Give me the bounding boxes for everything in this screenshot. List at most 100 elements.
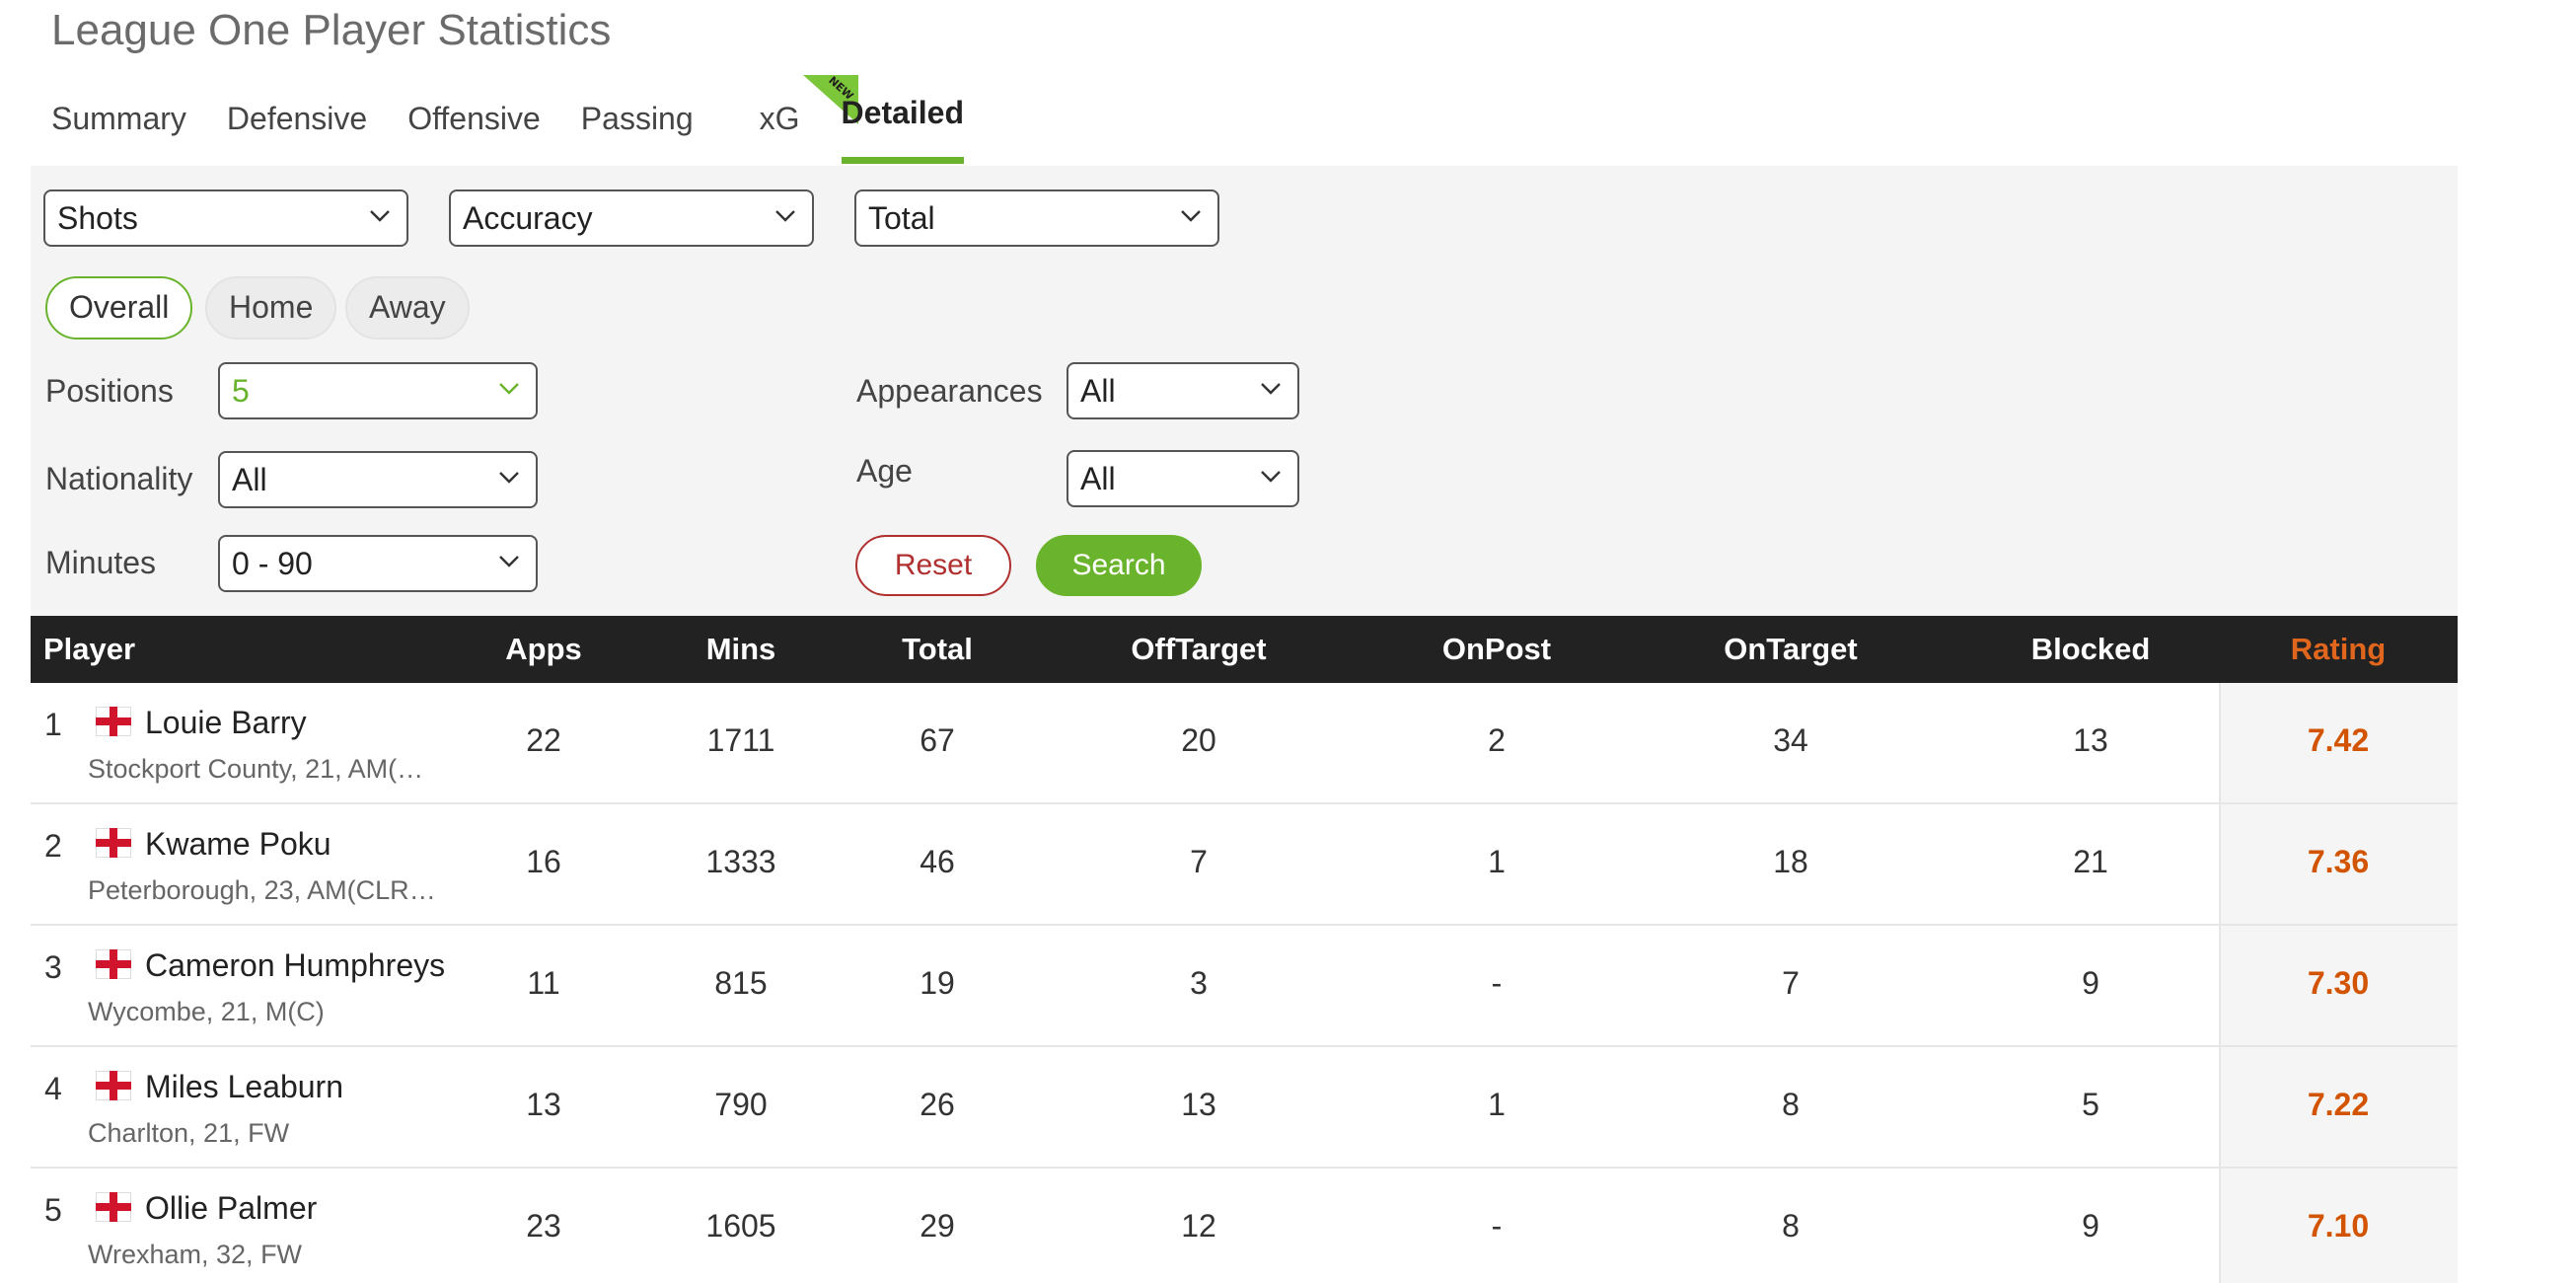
- player-rank: 2: [44, 828, 62, 864]
- venue-overall-toggle[interactable]: Overall: [45, 276, 193, 340]
- cell-onpost: -: [1491, 965, 1503, 1001]
- accumulation-select[interactable]: Total: [854, 189, 1219, 247]
- cell-blocked: 9: [2082, 965, 2099, 1001]
- cell-mins: 815: [714, 965, 768, 1001]
- tab-defensive[interactable]: Defensive: [227, 89, 367, 164]
- england-flag-icon: [96, 707, 131, 736]
- cell-apps: 11: [527, 965, 560, 1001]
- player-rank: 1: [44, 707, 62, 742]
- cell-ontarget: 34: [1773, 722, 1808, 758]
- column-header-mins[interactable]: Mins: [672, 616, 810, 683]
- cell-mins: 1711: [706, 722, 775, 758]
- cell-total: 67: [920, 722, 955, 758]
- player-name-link[interactable]: Cameron Humphreys: [145, 947, 469, 984]
- table-body: 1 Louie Barry Stockport County, 21, AM(CLR…: [31, 683, 2458, 1283]
- player-name-link[interactable]: Louie Barry: [145, 705, 469, 741]
- search-button[interactable]: Search: [1036, 535, 1202, 596]
- accumulation-select-value: Total: [868, 200, 935, 236]
- chevron-down-icon: [775, 210, 795, 222]
- cell-total: 26: [920, 1087, 955, 1122]
- player-info: Stockport County, 21, AM(CLR),FW: [88, 754, 439, 784]
- cell-blocked: 5: [2082, 1087, 2099, 1122]
- page-title: League One Player Statistics: [51, 6, 612, 54]
- cell-apps: 13: [526, 1087, 561, 1122]
- player-info: Wrexham, 32, FW: [88, 1240, 303, 1269]
- nationality-label: Nationality: [45, 461, 193, 496]
- cell-rating: 7.22: [2307, 1087, 2370, 1122]
- column-header-apps[interactable]: Apps: [475, 616, 613, 683]
- reset-button[interactable]: Reset: [855, 535, 1011, 596]
- cell-offtarget: 3: [1190, 965, 1208, 1001]
- positions-select-value: 5: [232, 373, 250, 409]
- england-flag-icon: [96, 1071, 131, 1100]
- player-rank: 3: [44, 949, 62, 985]
- appearances-select-value: All: [1080, 373, 1116, 409]
- column-header-player[interactable]: Player: [43, 616, 135, 683]
- appearances-select[interactable]: All: [1067, 362, 1299, 419]
- positions-select[interactable]: 5: [218, 362, 538, 419]
- player-stats-table: Player Apps Mins Total OffTarget OnPost …: [31, 616, 2458, 1283]
- filter-panel: Shots Accuracy Total Overall Home Away P…: [31, 166, 2458, 616]
- age-select[interactable]: All: [1067, 450, 1299, 507]
- column-header-rating[interactable]: Rating: [2219, 616, 2458, 683]
- player-info: Charlton, 21, FW: [88, 1118, 290, 1148]
- player-name-link[interactable]: Miles Leaburn: [145, 1069, 469, 1105]
- column-header-offtarget[interactable]: OffTarget: [1090, 616, 1307, 683]
- cell-onpost: 1: [1488, 844, 1506, 879]
- cell-ontarget: 7: [1782, 965, 1800, 1001]
- cell-offtarget: 12: [1181, 1208, 1216, 1244]
- chevron-down-icon: [499, 383, 519, 395]
- tab-summary[interactable]: Summary: [51, 89, 186, 164]
- cell-total: 46: [920, 844, 955, 879]
- player-rank: 5: [44, 1192, 62, 1228]
- chevron-down-icon: [499, 472, 519, 484]
- minutes-label: Minutes: [45, 545, 157, 580]
- cell-apps: 16: [526, 844, 561, 879]
- positions-label: Positions: [45, 373, 174, 409]
- cell-offtarget: 20: [1181, 722, 1216, 758]
- cell-rating: 7.10: [2307, 1208, 2370, 1244]
- player-rank: 4: [44, 1071, 62, 1106]
- cell-ontarget: 8: [1782, 1087, 1800, 1122]
- tab-offensive[interactable]: Offensive: [407, 89, 541, 164]
- table-header: Player Apps Mins Total OffTarget OnPost …: [31, 616, 2458, 683]
- cell-total: 19: [920, 965, 955, 1001]
- cell-mins: 790: [714, 1087, 768, 1122]
- cell-ontarget: 8: [1782, 1208, 1800, 1244]
- tab-passing[interactable]: Passing: [581, 89, 694, 164]
- player-name-link[interactable]: Kwame Poku: [145, 826, 469, 863]
- cell-onpost: 1: [1488, 1087, 1506, 1122]
- england-flag-icon: [96, 1192, 131, 1222]
- column-header-blocked[interactable]: Blocked: [1982, 616, 2199, 683]
- nationality-select[interactable]: All: [218, 451, 538, 508]
- chevron-down-icon: [370, 210, 390, 222]
- column-header-ontarget[interactable]: OnTarget: [1682, 616, 1899, 683]
- england-flag-icon: [96, 828, 131, 858]
- venue-home-toggle[interactable]: Home: [205, 276, 337, 340]
- chevron-down-icon: [499, 556, 519, 567]
- age-select-value: All: [1080, 461, 1116, 496]
- player-info: Wycombe, 21, M(C): [88, 997, 325, 1026]
- cell-rating: 7.36: [2307, 844, 2370, 879]
- column-header-onpost[interactable]: OnPost: [1388, 616, 1605, 683]
- minutes-select[interactable]: 0 - 90: [218, 535, 538, 592]
- tab-xg[interactable]: xG NEW: [760, 75, 858, 164]
- column-header-total[interactable]: Total: [868, 616, 1006, 683]
- england-flag-icon: [96, 949, 131, 979]
- cell-apps: 23: [526, 1208, 561, 1244]
- cell-rating: 7.30: [2307, 965, 2370, 1001]
- appearances-label: Appearances: [856, 373, 1043, 409]
- table-row: 4 Miles Leaburn Charlton, 21, FW 13 790 26 13 1…: [31, 1047, 2458, 1169]
- cell-blocked: 13: [2073, 722, 2108, 758]
- subcategory-select-value: Accuracy: [463, 200, 593, 236]
- subcategory-select[interactable]: Accuracy: [449, 189, 814, 247]
- venue-away-toggle[interactable]: Away: [345, 276, 470, 340]
- cell-mins: 1605: [705, 1208, 776, 1244]
- cell-mins: 1333: [705, 844, 776, 879]
- category-select[interactable]: Shots: [43, 189, 408, 247]
- table-row: 3 Cameron Humphreys Wycombe, 21, M(C) 11 815…: [31, 926, 2458, 1047]
- chevron-down-icon: [1181, 210, 1201, 222]
- cell-total: 29: [920, 1208, 955, 1244]
- tab-detailed[interactable]: Detailed: [841, 89, 965, 164]
- player-name-link[interactable]: Ollie Palmer: [145, 1190, 469, 1227]
